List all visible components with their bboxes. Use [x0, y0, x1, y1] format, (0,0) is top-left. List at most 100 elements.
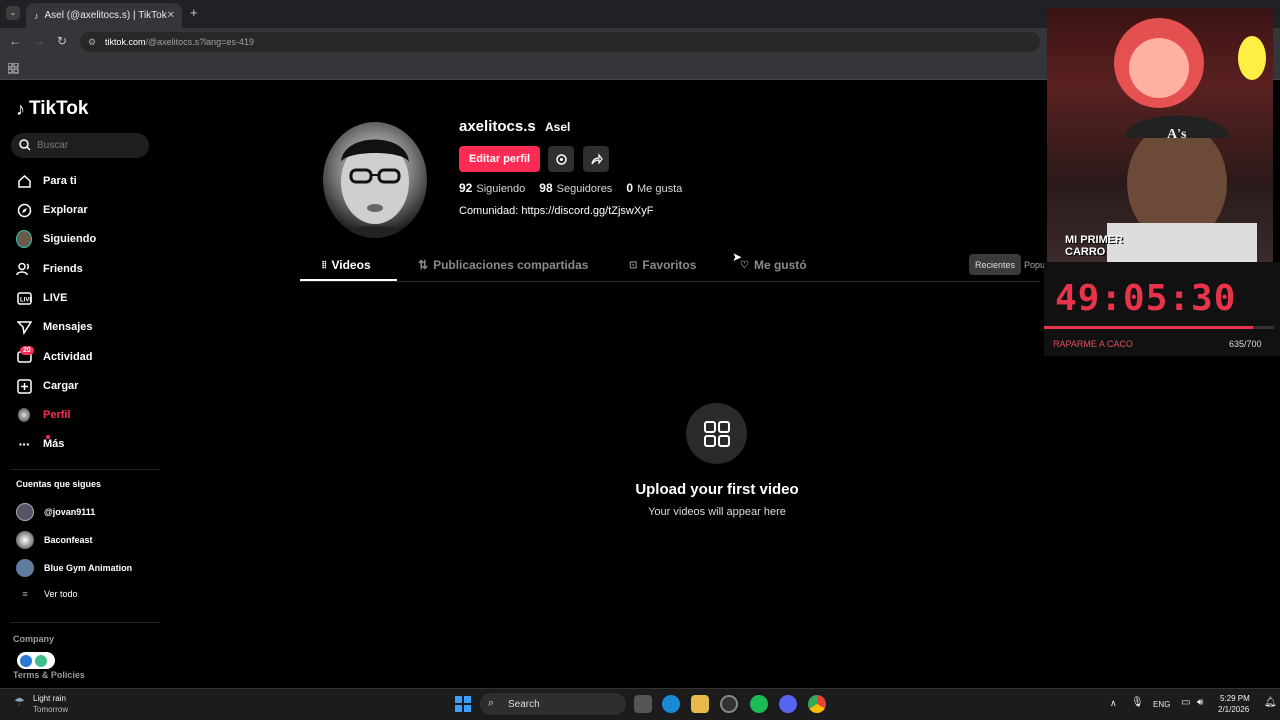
- tab-liked[interactable]: ♡ Me gustó: [740, 258, 807, 272]
- sidebar-item-mas[interactable]: ··· Más: [16, 433, 64, 455]
- following-stat[interactable]: 92 Siguiendo: [459, 181, 525, 195]
- friends-icon: [16, 261, 32, 277]
- sort-popular-button[interactable]: Populares: [1024, 254, 1044, 275]
- sort-recent-button[interactable]: Recientes: [969, 254, 1021, 275]
- tab-list-icon[interactable]: ⌄: [6, 6, 20, 20]
- share-profile-button[interactable]: [583, 146, 609, 172]
- chrome-icon[interactable]: [808, 695, 826, 713]
- obs-icon[interactable]: [720, 695, 738, 713]
- tab-title: Asel (@axelitocs.s) | TikTok: [44, 10, 167, 21]
- tiktok-note-icon: ♪: [16, 98, 25, 119]
- sidebar-item-friends[interactable]: Friends: [16, 258, 83, 280]
- volume-icon[interactable]: 🔊︎: [1197, 697, 1203, 708]
- following-section-title: Cuentas que sigues: [16, 479, 102, 489]
- see-all-link[interactable]: ≡ Ver todo: [16, 589, 77, 599]
- upload-icon: [16, 378, 32, 394]
- task-view-icon[interactable]: [634, 695, 652, 713]
- weather-text[interactable]: Light rain: [33, 694, 66, 703]
- svg-text:A's: A's: [1167, 127, 1187, 142]
- send-icon: [16, 319, 32, 335]
- goal-progress-fill: [1044, 326, 1253, 329]
- svg-text:LIVE: LIVE: [20, 297, 32, 303]
- following-name: @jovan9111: [44, 507, 96, 517]
- following-name: Baconfeast: [44, 535, 93, 545]
- profile-avatar-icon: [16, 407, 32, 423]
- profile-tabs: ⦙⦙ Videos ⇅ Publicaciones compartidas ⊡ …: [300, 252, 1040, 282]
- sidebar-item-explorar[interactable]: Explorar: [16, 199, 88, 221]
- edit-profile-button[interactable]: Editar perfil: [459, 146, 540, 172]
- tab-favorites[interactable]: ⊡ Favoritos: [629, 258, 696, 272]
- logo-text: TikTok: [29, 98, 89, 119]
- following-item[interactable]: Blue Gym Animation: [16, 559, 132, 577]
- weather-icon[interactable]: ☂: [14, 695, 25, 709]
- followers-stat[interactable]: 98 Seguidores: [539, 181, 612, 195]
- profile-photo-icon: [333, 139, 417, 238]
- apps-grid-icon[interactable]: [7, 61, 19, 79]
- discord-icon[interactable]: [779, 695, 797, 713]
- tiktok-favicon-icon: ♪: [34, 10, 39, 21]
- back-icon[interactable]: ←: [9, 34, 21, 48]
- terms-link[interactable]: Terms & Policies: [13, 670, 85, 680]
- activity-badge: 20: [20, 346, 34, 355]
- following-item[interactable]: Baconfeast: [16, 531, 93, 549]
- sidebar-item-live[interactable]: LIVE LIVE: [16, 287, 67, 309]
- avatar: [16, 503, 34, 521]
- following-item[interactable]: @jovan9111: [16, 503, 95, 521]
- following-name: Blue Gym Animation: [44, 563, 133, 573]
- spotify-icon[interactable]: [750, 695, 768, 713]
- new-tab-icon[interactable]: +: [190, 5, 198, 20]
- sidebar-item-cargar[interactable]: Cargar: [16, 375, 78, 397]
- repost-icon: ⇅: [418, 258, 429, 272]
- close-tab-icon[interactable]: ✕: [167, 10, 175, 21]
- browser-tab[interactable]: ♪ Asel (@axelitocs.s) | TikTok ✕: [26, 3, 182, 28]
- reload-icon[interactable]: ↻: [57, 34, 67, 48]
- taskbar-search[interactable]: ⌕ Search: [480, 693, 626, 715]
- taskbar-date[interactable]: 2/1/2026: [1218, 705, 1249, 714]
- profile-bio: Comunidad: https://discord.gg/tZjswXyF: [459, 205, 654, 217]
- empty-videos-icon: [686, 403, 747, 464]
- language-indicator[interactable]: ENG: [1153, 700, 1170, 709]
- settings-button[interactable]: [548, 146, 574, 172]
- file-explorer-icon[interactable]: [691, 695, 709, 713]
- start-menu-icon[interactable]: [455, 696, 471, 712]
- sidebar-item-para-ti[interactable]: Para ti: [16, 170, 77, 192]
- sidebar-item-label: Siguiendo: [43, 233, 97, 245]
- site-info-icon[interactable]: ⚙: [88, 37, 96, 48]
- webcam-scene-icon: A's: [1107, 18, 1266, 262]
- sidebar-item-label: Actividad: [43, 351, 93, 363]
- tray-chevron-icon[interactable]: ∧: [1110, 698, 1117, 709]
- search-icon: ⌕: [488, 697, 495, 709]
- search-icon: [19, 139, 31, 151]
- tiktok-logo[interactable]: ♪ TikTok: [16, 98, 88, 120]
- goal-count: 635/700: [1229, 339, 1262, 349]
- more-icon: ···: [16, 435, 50, 452]
- empty-state-subtitle: Your videos will appear here: [648, 506, 786, 518]
- sidebar-item-perfil[interactable]: Perfil: [16, 404, 71, 426]
- avatar: [16, 531, 34, 549]
- sidebar-divider: [10, 622, 160, 623]
- network-icon[interactable]: ▭: [1181, 697, 1190, 708]
- notifications-icon[interactable]: 🔔︎: [1264, 697, 1277, 708]
- sidebar-item-mensajes[interactable]: Mensajes: [16, 316, 93, 338]
- sidebar-item-label: Friends: [43, 263, 83, 275]
- list-icon: ≡: [22, 589, 28, 599]
- taskbar-time[interactable]: 5:29 PM: [1220, 694, 1250, 703]
- address-bar[interactable]: ⚙ tiktok.com/@axelitocs.s?lang=es-419: [80, 32, 1040, 52]
- tab-reposts[interactable]: ⇅ Publicaciones compartidas: [418, 258, 588, 272]
- tab-videos[interactable]: ⦙⦙ Videos: [322, 258, 371, 272]
- sidebar-item-label: Cargar: [43, 380, 79, 392]
- bookmark-icon: ⊡: [629, 259, 638, 271]
- messenger-floating-icon[interactable]: [17, 652, 55, 669]
- streamer-webcam: A's MI PRIMER CARRO: [1047, 8, 1273, 262]
- company-link[interactable]: Company: [13, 634, 54, 644]
- microphone-icon[interactable]: 🎙︎: [1131, 697, 1144, 708]
- avatar: [16, 559, 34, 577]
- edge-icon[interactable]: [662, 695, 680, 713]
- subathon-timer: 49:05:30: [1055, 278, 1237, 319]
- sidebar-item-siguiendo[interactable]: Siguiendo: [16, 228, 96, 250]
- sidebar-item-label: Mensajes: [43, 321, 93, 333]
- profile-nickname: Asel: [545, 120, 571, 134]
- forward-icon[interactable]: →: [33, 34, 45, 48]
- search-input[interactable]: Buscar: [11, 133, 149, 158]
- profile-avatar[interactable]: [323, 122, 427, 238]
